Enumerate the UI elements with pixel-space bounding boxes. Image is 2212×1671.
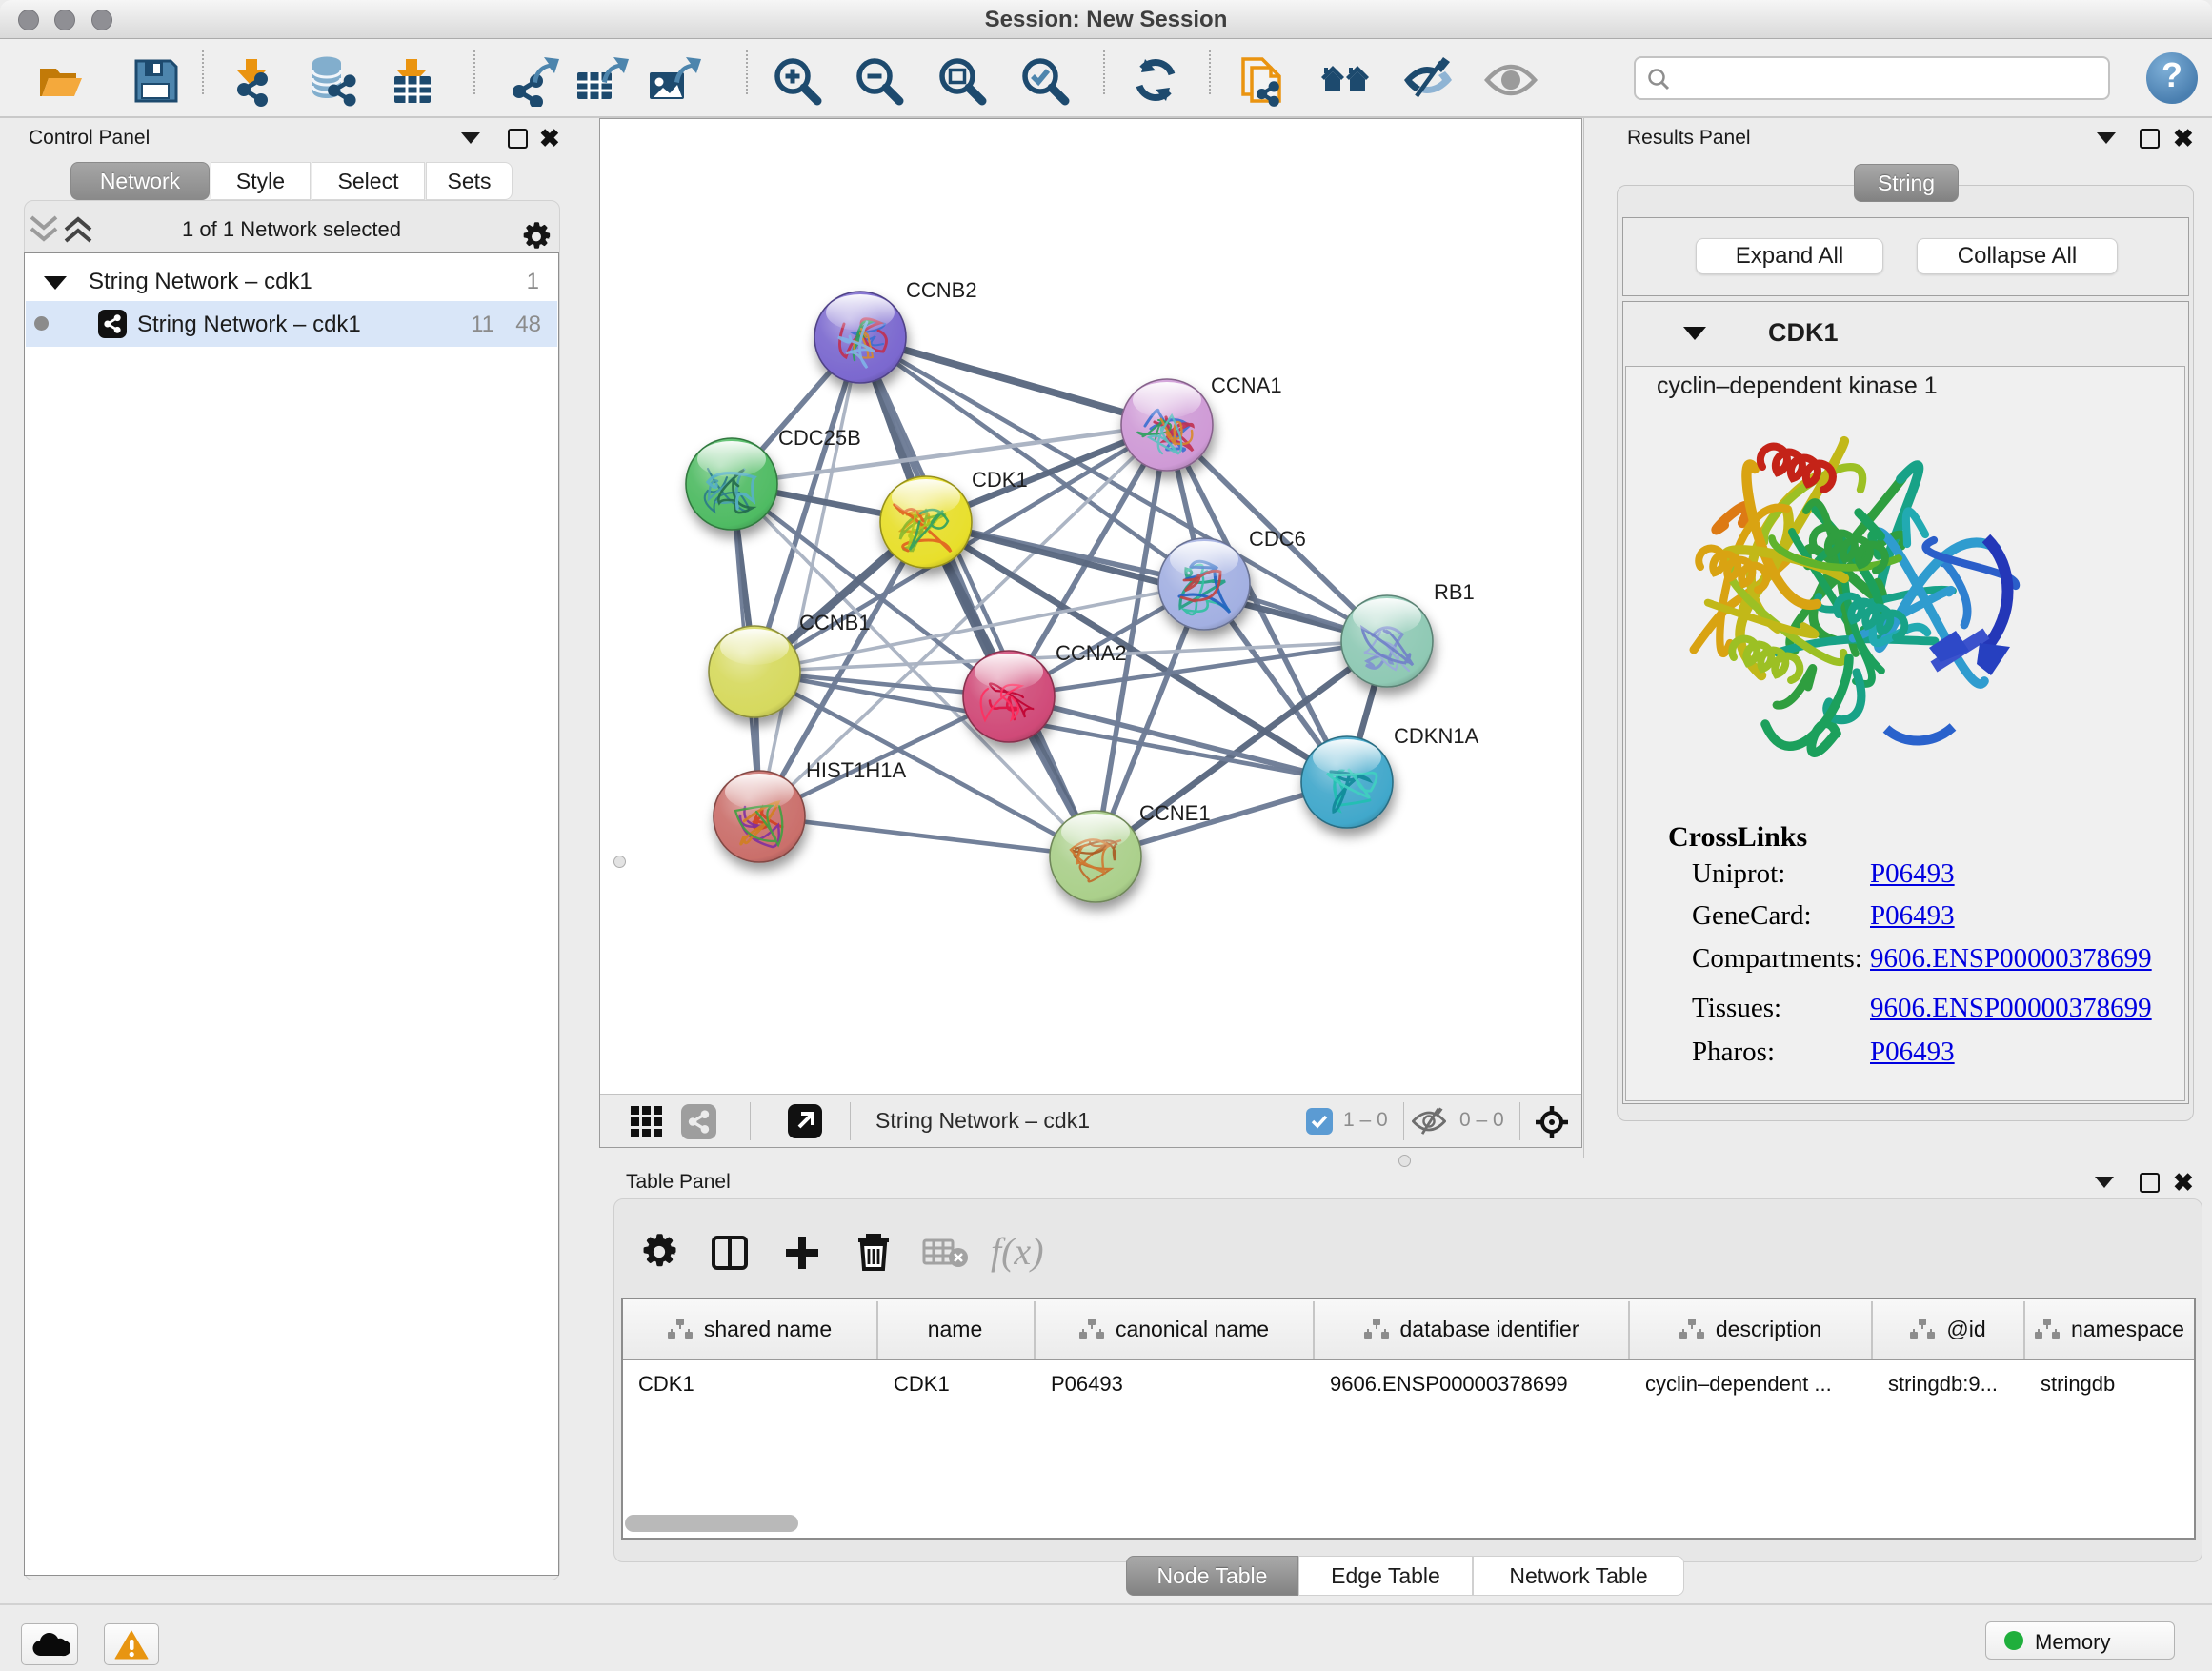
svg-text:CDC25B: CDC25B [778, 426, 861, 450]
svg-text:CDK1: CDK1 [972, 468, 1028, 492]
svg-text:CCNE1: CCNE1 [1139, 801, 1211, 825]
svg-text:CCNB2: CCNB2 [906, 278, 977, 302]
svg-text:CDKN1A: CDKN1A [1394, 724, 1479, 748]
svg-text:HIST1H1A: HIST1H1A [806, 758, 906, 782]
svg-text:CCNA2: CCNA2 [1056, 641, 1127, 665]
svg-text:RB1: RB1 [1434, 580, 1475, 604]
svg-text:CCNB1: CCNB1 [799, 611, 871, 634]
svg-text:CCNA1: CCNA1 [1211, 373, 1282, 397]
svg-text:CDC6: CDC6 [1249, 527, 1306, 551]
